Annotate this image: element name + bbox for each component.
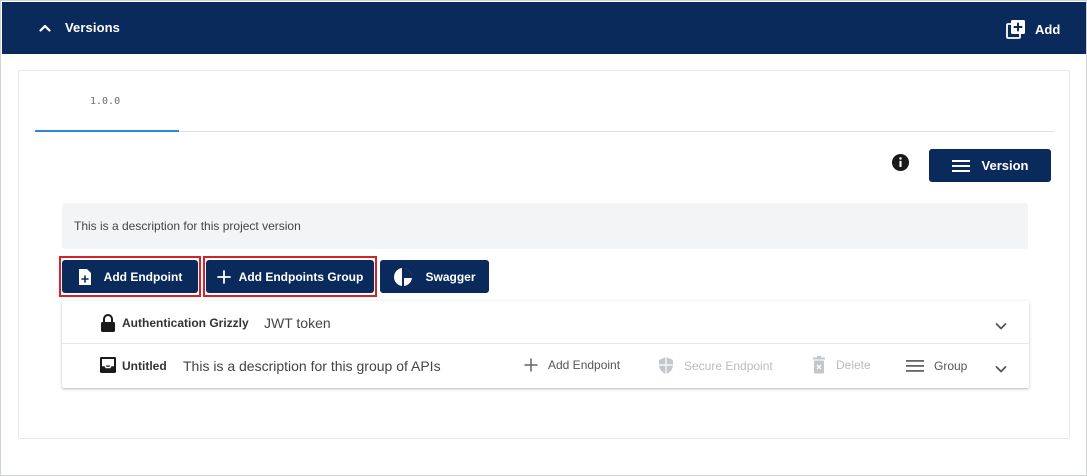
plus-icon xyxy=(524,358,538,372)
endpoint-groups-list: Authentication Grizzly JWT token Untitle… xyxy=(62,301,1029,388)
file-add-icon xyxy=(78,268,91,285)
shield-icon xyxy=(659,357,673,374)
add-endpoints-group-label: Add Endpoints Group xyxy=(238,269,364,284)
add-version-button[interactable]: Add xyxy=(1005,16,1065,42)
delete-label: Delete xyxy=(836,358,871,372)
plus-icon xyxy=(216,269,231,284)
tab-version-1-0-0[interactable]: 1.0.0 xyxy=(35,71,179,132)
swagger-button[interactable]: Swagger xyxy=(380,260,489,293)
group-description: This is a description for this group of … xyxy=(183,358,441,374)
info-icon[interactable] xyxy=(891,153,910,172)
chevron-down-icon[interactable] xyxy=(994,362,1008,376)
group-description: JWT token xyxy=(264,315,331,331)
version-tabs: 1.0.0 xyxy=(35,71,1054,132)
swagger-icon xyxy=(394,267,413,286)
group-row-untitled[interactable]: Untitled This is a description for this … xyxy=(62,345,1029,388)
swagger-label: Swagger xyxy=(425,269,476,284)
group-menu-label: Group xyxy=(934,359,968,373)
secure-endpoint-button[interactable]: Secure Endpoint xyxy=(658,356,773,375)
group-menu-button[interactable]: Group xyxy=(906,359,967,373)
add-endpoints-group-button[interactable]: Add Endpoints Group xyxy=(206,260,374,293)
versions-window: Versions Add 1.0.0 Version This is a des… xyxy=(0,0,1087,476)
chevron-up-icon[interactable] xyxy=(37,20,53,36)
version-button-label: Version xyxy=(981,158,1029,173)
lock-icon xyxy=(101,314,115,332)
menu-icon xyxy=(906,360,924,372)
delete-button[interactable]: Delete xyxy=(812,356,871,374)
chevron-down-icon[interactable] xyxy=(994,319,1008,333)
version-panel: 1.0.0 Version This is a description for … xyxy=(18,70,1070,439)
versions-header-bar: Versions Add xyxy=(2,2,1086,54)
add-endpoint-button[interactable]: Add Endpoint xyxy=(62,260,198,293)
add-box-icon xyxy=(1006,20,1025,39)
add-version-label: Add xyxy=(1035,21,1061,37)
group-name: Untitled xyxy=(122,359,167,373)
menu-icon xyxy=(951,159,970,172)
secure-endpoint-label: Secure Endpoint xyxy=(684,358,773,373)
group-add-endpoint-label: Add Endpoint xyxy=(548,358,621,372)
versions-title: Versions xyxy=(65,20,120,35)
version-menu-button[interactable]: Version xyxy=(929,149,1051,182)
add-endpoint-label: Add Endpoint xyxy=(103,269,183,284)
group-add-endpoint-button[interactable]: Add Endpoint xyxy=(524,358,620,372)
inbox-icon xyxy=(100,357,116,373)
version-description: This is a description for this project v… xyxy=(62,203,1028,249)
trash-icon xyxy=(813,356,825,374)
group-name: Authentication Grizzly xyxy=(122,316,249,330)
group-row-authentication[interactable]: Authentication Grizzly JWT token xyxy=(62,301,1029,344)
